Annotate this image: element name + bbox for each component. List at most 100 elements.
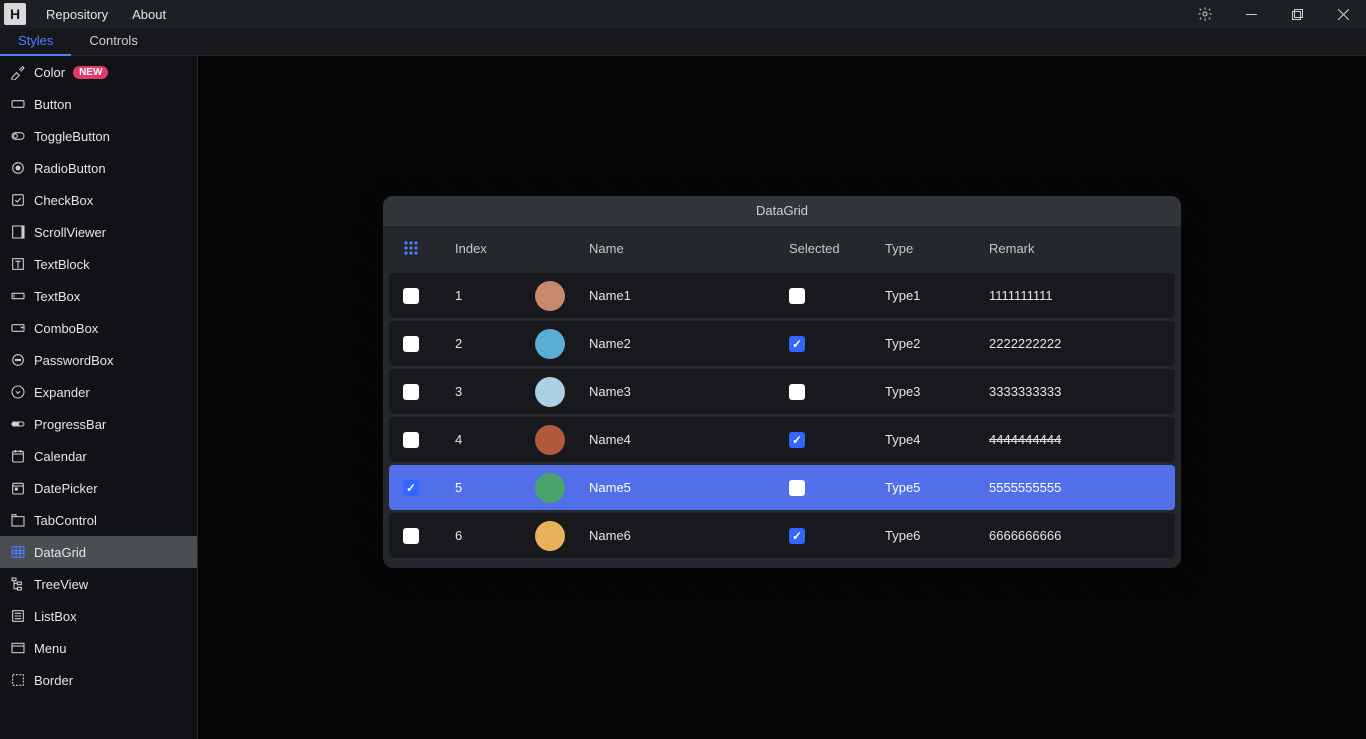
minimize-button[interactable]	[1228, 0, 1274, 28]
sidebar-item-textbox[interactable]: TextBox	[0, 280, 197, 312]
sidebar-item-label: Button	[34, 97, 72, 112]
sidebar-item-passwordbox[interactable]: PasswordBox	[0, 344, 197, 376]
row-selected-checkbox[interactable]	[789, 384, 805, 400]
sidebar-item-label: Border	[34, 673, 73, 688]
table-row[interactable]: 6Name6✓Type66666666666	[389, 513, 1175, 558]
col-header-type[interactable]: Type	[885, 241, 989, 256]
sidebar-item-button[interactable]: Button	[0, 88, 197, 120]
sidebar-item-label: Color	[34, 65, 65, 80]
row-selected-checkbox[interactable]: ✓	[789, 336, 805, 352]
cell-remark: 3333333333	[989, 384, 1175, 399]
row-selected-checkbox[interactable]	[789, 288, 805, 304]
cell-index: 1	[455, 288, 535, 303]
sidebar-item-combobox[interactable]: ComboBox	[0, 312, 197, 344]
sidebar-item-label: PasswordBox	[34, 353, 113, 368]
cell-name: Name4	[589, 432, 789, 447]
content-area: DataGrid Index Name Selected Type	[198, 56, 1366, 739]
table-row[interactable]: 1Name1Type11111111111	[389, 273, 1175, 318]
palette-icon	[10, 64, 26, 80]
cell-type: Type1	[885, 288, 989, 303]
sidebar-item-calendar[interactable]: Calendar	[0, 440, 197, 472]
sidebar-item-label: DataGrid	[34, 545, 86, 560]
row-pick-checkbox[interactable]	[403, 336, 419, 352]
row-pick-checkbox[interactable]	[403, 528, 419, 544]
maximize-icon	[1292, 9, 1303, 20]
row-selected-checkbox[interactable]	[789, 480, 805, 496]
sidebar-item-listbox[interactable]: ListBox	[0, 600, 197, 632]
sidebar-item-scrollviewer[interactable]: ScrollViewer	[0, 216, 197, 248]
table-row[interactable]: 3Name3Type33333333333	[389, 369, 1175, 414]
row-selected-checkbox[interactable]: ✓	[789, 432, 805, 448]
expander-icon	[10, 384, 26, 400]
close-button[interactable]	[1320, 0, 1366, 28]
window-controls	[1182, 0, 1366, 28]
cell-name: Name6	[589, 528, 789, 543]
table-row[interactable]: 2Name2✓Type22222222222	[389, 321, 1175, 366]
cell-index: 5	[455, 480, 535, 495]
col-header-remark[interactable]: Remark	[989, 241, 1181, 256]
cell-type: Type2	[885, 336, 989, 351]
sidebar-item-expander[interactable]: Expander	[0, 376, 197, 408]
row-pick-checkbox[interactable]: ✓	[403, 480, 419, 496]
cell-remark: 4444444444	[989, 432, 1175, 447]
sidebar-item-textblock[interactable]: TextBlock	[0, 248, 197, 280]
col-header-selected[interactable]: Selected	[789, 241, 885, 256]
sidebar-item-label: TextBox	[34, 289, 80, 304]
row-selected-checkbox[interactable]: ✓	[789, 528, 805, 544]
sidebar-item-color[interactable]: ColorNEW	[0, 56, 197, 88]
border-icon	[10, 672, 26, 688]
sidebar-item-label: Calendar	[34, 449, 87, 464]
datagrid-icon	[10, 544, 26, 560]
cell-index: 6	[455, 528, 535, 543]
toggle-icon	[10, 128, 26, 144]
sidebar-item-label: Expander	[34, 385, 90, 400]
col-header-name[interactable]: Name	[589, 241, 789, 256]
sidebar-item-label: DatePicker	[34, 481, 98, 496]
radio-icon	[10, 160, 26, 176]
table-row[interactable]: 4Name4✓Type44444444444	[389, 417, 1175, 462]
avatar	[535, 377, 565, 407]
row-pick-checkbox[interactable]	[403, 384, 419, 400]
calendar-icon	[10, 448, 26, 464]
row-pick-checkbox[interactable]	[403, 432, 419, 448]
sidebar-item-datagrid[interactable]: DataGrid	[0, 536, 197, 568]
password-icon	[10, 352, 26, 368]
menu-repository[interactable]: Repository	[36, 0, 118, 28]
sidebar-item-menu[interactable]: Menu	[0, 632, 197, 664]
maximize-button[interactable]	[1274, 0, 1320, 28]
sidebar-item-label: ScrollViewer	[34, 225, 106, 240]
cell-index: 4	[455, 432, 535, 447]
tab-controls[interactable]: Controls	[71, 28, 155, 56]
sidebar-item-radiobutton[interactable]: RadioButton	[0, 152, 197, 184]
sidebar-item-label: ToggleButton	[34, 129, 110, 144]
sidebar-item-checkbox[interactable]: CheckBox	[0, 184, 197, 216]
avatar	[535, 329, 565, 359]
sidebar-item-border[interactable]: Border	[0, 664, 197, 696]
cell-type: Type3	[885, 384, 989, 399]
button-icon	[10, 96, 26, 112]
menu-icon	[10, 640, 26, 656]
cell-name: Name2	[589, 336, 789, 351]
row-pick-checkbox[interactable]	[403, 288, 419, 304]
cell-type: Type5	[885, 480, 989, 495]
tab-styles[interactable]: Styles	[0, 28, 71, 56]
sidebar-item-datepicker[interactable]: DatePicker	[0, 472, 197, 504]
avatar	[535, 521, 565, 551]
progress-icon	[10, 416, 26, 432]
sidebar-item-treeview[interactable]: TreeView	[0, 568, 197, 600]
tabcontrol-icon	[10, 512, 26, 528]
settings-button[interactable]	[1182, 0, 1228, 28]
titlebar: H Repository About	[0, 0, 1366, 28]
cell-remark: 6666666666	[989, 528, 1175, 543]
sidebar-item-togglebutton[interactable]: ToggleButton	[0, 120, 197, 152]
sidebar-item-tabcontrol[interactable]: TabControl	[0, 504, 197, 536]
minimize-icon	[1246, 9, 1257, 20]
col-header-index[interactable]: Index	[455, 241, 535, 256]
sidebar-item-progressbar[interactable]: ProgressBar	[0, 408, 197, 440]
datepicker-icon	[10, 480, 26, 496]
table-row[interactable]: ✓5Name5Type55555555555	[389, 465, 1175, 510]
sidebar-item-label: TabControl	[34, 513, 97, 528]
avatar	[535, 425, 565, 455]
sidebar-item-label: Menu	[34, 641, 67, 656]
menu-about[interactable]: About	[122, 0, 176, 28]
